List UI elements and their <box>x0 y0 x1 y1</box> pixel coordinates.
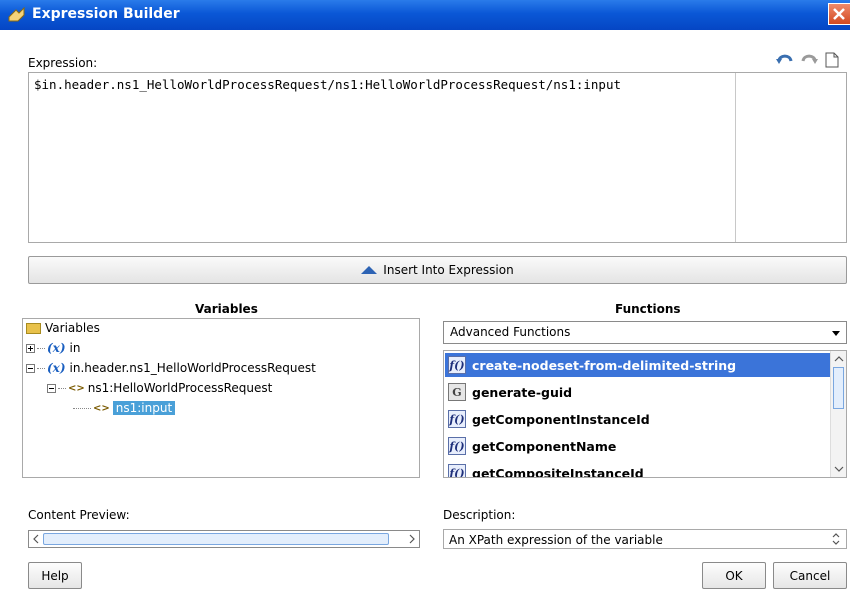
content-preview-scrollbar[interactable] <box>28 530 420 548</box>
function-category-select[interactable]: Advanced Functions <box>443 321 847 344</box>
tree-connector <box>37 347 45 349</box>
function-icon: f() <box>448 437 466 455</box>
app-icon <box>8 7 25 22</box>
help-button[interactable]: Help <box>28 562 82 589</box>
tree-node-label: ns1:HelloWorldProcessRequest <box>87 381 273 395</box>
tree-connector <box>58 387 66 389</box>
tree-node-label: Variables <box>45 321 100 335</box>
tree-node-input[interactable]: <> ns1:input <box>73 401 176 415</box>
function-item[interactable]: f() getComponentInstanceId <box>445 407 831 431</box>
title-bar: Expression Builder <box>0 0 850 30</box>
editor-margin-divider <box>735 73 736 242</box>
tree-node-label: in <box>69 341 81 355</box>
help-button-label: Help <box>41 568 69 583</box>
undo-icon[interactable] <box>776 52 794 68</box>
scroll-right-icon[interactable] <box>406 532 418 546</box>
function-icon: f() <box>448 410 466 428</box>
function-label: getComponentName <box>472 438 617 454</box>
function-icon: f() <box>448 464 466 477</box>
function-item[interactable]: G generate-guid <box>445 380 831 404</box>
ok-button-label: OK <box>725 568 743 583</box>
new-document-icon[interactable] <box>825 52 839 68</box>
redo-icon[interactable] <box>800 52 818 68</box>
insert-button-label: Insert Into Expression <box>383 263 514 277</box>
window-title: Expression Builder <box>32 6 180 22</box>
element-icon: <> <box>93 402 110 414</box>
variable-icon: (x) <box>47 341 66 355</box>
function-label: getCompositeInstanceId <box>472 465 644 478</box>
expression-label: Expression: <box>28 56 98 70</box>
tree-node-helloworldprocessrequest[interactable]: <> ns1:HelloWorldProcessRequest <box>47 381 272 395</box>
cancel-button[interactable]: Cancel <box>773 562 847 589</box>
spinner-icon[interactable] <box>830 531 842 547</box>
scroll-left-icon[interactable] <box>30 532 42 546</box>
insert-into-expression-button[interactable]: Insert Into Expression <box>28 256 847 284</box>
element-icon: <> <box>68 382 85 394</box>
function-label: getComponentInstanceId <box>472 411 650 427</box>
tree-connector <box>37 367 45 369</box>
cancel-button-label: Cancel <box>789 568 831 583</box>
function-label: create-nodeset-from-delimited-string <box>472 357 737 373</box>
close-button[interactable] <box>828 3 850 25</box>
scroll-thumb[interactable] <box>43 533 389 545</box>
function-item[interactable]: f() getCompositeInstanceId <box>445 461 831 478</box>
functions-scrollbar[interactable] <box>830 351 846 477</box>
scroll-up-icon[interactable] <box>832 353 846 365</box>
up-arrow-icon <box>361 266 378 274</box>
description-label: Description: <box>443 508 516 522</box>
chevron-down-icon <box>832 331 840 336</box>
variables-tree[interactable]: Variables (x) in (x) in.header.ns1_Hello… <box>22 318 420 478</box>
collapse-icon[interactable] <box>47 383 56 393</box>
function-item[interactable]: f() getComponentName <box>445 434 831 458</box>
variable-icon: (x) <box>47 361 66 375</box>
scroll-down-icon[interactable] <box>832 463 846 475</box>
tree-node-in-header[interactable]: (x) in.header.ns1_HelloWorldProcessReque… <box>26 361 316 375</box>
function-category-value: Advanced Functions <box>450 325 571 339</box>
tree-node-label: ns1:input <box>112 401 176 415</box>
close-icon <box>833 8 845 20</box>
generator-icon: G <box>448 383 466 401</box>
variables-title: Variables <box>195 302 258 316</box>
description-text: An XPath expression of the variable <box>449 533 663 547</box>
tree-connector <box>73 407 91 409</box>
folder-icon <box>26 322 41 334</box>
functions-title: Functions <box>615 302 681 316</box>
collapse-icon[interactable] <box>26 363 35 373</box>
content-preview-label: Content Preview: <box>28 508 130 522</box>
tree-node-variables[interactable]: Variables <box>26 321 100 335</box>
functions-list[interactable]: f() create-nodeset-from-delimited-string… <box>443 350 847 478</box>
expand-icon[interactable] <box>26 343 35 353</box>
description-field: An XPath expression of the variable <box>443 529 847 549</box>
expression-editor[interactable]: $in.header.ns1_HelloWorldProcessRequest/… <box>28 72 847 243</box>
ok-button[interactable]: OK <box>702 562 766 589</box>
scroll-thumb[interactable] <box>833 367 844 409</box>
tree-node-label: in.header.ns1_HelloWorldProcessRequest <box>69 361 316 375</box>
function-icon: f() <box>448 356 466 374</box>
function-item[interactable]: f() create-nodeset-from-delimited-string <box>445 353 831 377</box>
expression-text[interactable]: $in.header.ns1_HelloWorldProcessRequest/… <box>34 77 621 92</box>
tree-node-in[interactable]: (x) in <box>26 341 80 355</box>
function-label: generate-guid <box>472 384 573 400</box>
